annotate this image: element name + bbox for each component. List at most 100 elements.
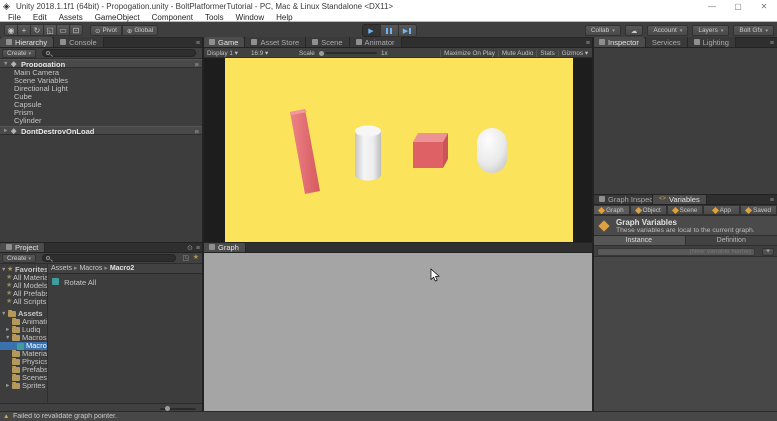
scale-tool-button[interactable]: ◱ — [43, 24, 57, 36]
tab-variables[interactable]: <>Variables — [653, 194, 707, 204]
tab-asset-store[interactable]: Asset Store — [245, 37, 306, 47]
folder-row[interactable]: Materials — [0, 350, 47, 358]
favorite-item[interactable]: ★All Materials — [0, 274, 47, 282]
hierarchy-dontdestroy-row[interactable]: ► ◈ DontDestroyOnLoad ≡ — [0, 126, 203, 135]
scale-slider-knob[interactable] — [319, 51, 324, 56]
horizontal-splitter-bottom[interactable] — [0, 242, 593, 243]
tab-definition[interactable]: Definition — [685, 236, 777, 245]
menu-edit[interactable]: Edit — [27, 13, 53, 22]
breadcrumb-macro2[interactable]: Macro2 — [110, 265, 135, 272]
folder-row[interactable]: ▼Macros — [0, 334, 47, 342]
hierarchy-item[interactable]: Prism — [14, 109, 199, 117]
breadcrumb-assets[interactable]: Assets — [51, 265, 72, 272]
hand-tool-button[interactable]: ◉ — [4, 24, 18, 36]
thumbnail-slider-knob[interactable] — [165, 406, 170, 411]
status-bar[interactable]: ▲ Failed to revalidate graph pointer. — [0, 411, 777, 421]
tab-graph[interactable]: Graph — [203, 242, 246, 252]
minimize-button[interactable]: — — [699, 0, 725, 13]
breadcrumb-macros[interactable]: Macros — [79, 265, 102, 272]
layers-dropdown[interactable]: Layers▾ — [692, 25, 729, 36]
hierarchy-item[interactable]: Cylinder — [14, 117, 199, 125]
tab-graph-inspector[interactable]: Graph Inspect — [593, 194, 653, 204]
tab-lighting[interactable]: Lighting — [688, 37, 736, 47]
tab-animator[interactable]: Animator — [350, 37, 402, 47]
search-by-label-icon[interactable]: ★ — [193, 254, 199, 262]
pause-button[interactable] — [380, 24, 399, 37]
tab-game[interactable]: Game — [203, 37, 245, 47]
lock-icon[interactable]: ⊙ — [187, 244, 196, 252]
tab-instance[interactable]: Instance — [593, 236, 685, 245]
kind-app-button[interactable]: App — [703, 205, 740, 215]
rotate-tool-button[interactable]: ↻ — [30, 24, 44, 36]
selected-macro-row[interactable]: Macro2 — [0, 342, 47, 350]
folder-row[interactable]: ►Sprites — [0, 382, 47, 390]
step-button[interactable]: ▶ — [398, 24, 417, 37]
maximize-button[interactable]: ▢ — [725, 0, 751, 13]
hierarchy-item[interactable]: Scene Variables — [14, 77, 199, 85]
favorite-item[interactable]: ★All Scripts — [0, 298, 47, 306]
folder-row[interactable]: Animations — [0, 318, 47, 326]
folder-row[interactable]: Physics — [0, 358, 47, 366]
folder-row[interactable]: Prefabs — [0, 366, 47, 374]
menu-tools[interactable]: Tools — [199, 13, 230, 22]
gizmos-dropdown[interactable]: Gizmos ▾ — [558, 50, 591, 57]
move-tool-button[interactable]: + — [17, 24, 31, 36]
foldout-open-icon[interactable]: ▼ — [1, 310, 6, 318]
close-button[interactable]: ✕ — [751, 0, 777, 13]
folder-row[interactable]: Scenes — [0, 374, 47, 382]
graph-canvas[interactable] — [203, 253, 593, 411]
hierarchy-item[interactable]: Directional Light — [14, 85, 199, 93]
vertical-splitter-right[interactable] — [592, 38, 594, 411]
kind-scene-button[interactable]: Scene — [667, 205, 704, 215]
asset-item-rotate-all[interactable]: Rotate All — [52, 278, 200, 286]
create-dropdown[interactable]: Create▾ — [2, 49, 36, 58]
tab-console[interactable]: Console — [54, 37, 104, 47]
menu-component[interactable]: Component — [146, 13, 199, 22]
hierarchy-item[interactable]: Cube — [14, 93, 199, 101]
tab-hierarchy[interactable]: Hierarchy — [0, 37, 54, 47]
favorite-item[interactable]: ★All Prefabs — [0, 290, 47, 298]
kind-object-button[interactable]: Object — [630, 205, 667, 215]
play-button[interactable]: ▶ — [362, 24, 381, 37]
cloud-button[interactable]: ☁ — [625, 25, 644, 36]
mute-audio-toggle[interactable]: Mute Audio — [498, 50, 537, 57]
search-by-type-icon[interactable]: ◳ — [182, 254, 189, 262]
panel-menu-icon[interactable]: ≡ — [770, 197, 777, 204]
favorite-item[interactable]: ★All Models — [0, 282, 47, 290]
hierarchy-item[interactable]: Main Camera — [14, 69, 199, 77]
menu-file[interactable]: File — [2, 13, 27, 22]
layout-dropdown[interactable]: Bolt Gfx▾ — [733, 25, 774, 36]
foldout-closed-icon[interactable]: ► — [5, 382, 10, 390]
pivot-toggle-button[interactable]: ⊙Pivot — [90, 25, 122, 36]
menu-gameobject[interactable]: GameObject — [89, 13, 146, 22]
horizontal-splitter-inspector[interactable] — [593, 194, 777, 195]
create-dropdown[interactable]: Create▾ — [2, 254, 36, 263]
kind-saved-button[interactable]: Saved — [740, 205, 777, 215]
scale-slider-track[interactable] — [325, 52, 377, 54]
menu-help[interactable]: Help — [270, 13, 298, 22]
menu-window[interactable]: Window — [230, 13, 270, 22]
tab-services[interactable]: Services — [646, 37, 688, 47]
kind-graph-button[interactable]: Graph — [593, 205, 630, 215]
collab-dropdown[interactable]: Collab▾ — [585, 25, 621, 36]
panel-menu-icon[interactable]: ≡ — [770, 40, 777, 47]
tab-inspector[interactable]: Inspector — [593, 37, 646, 47]
rect-tool-button[interactable]: ▭ — [56, 24, 70, 36]
foldout-closed-icon[interactable]: ► — [5, 326, 10, 334]
favorites-header[interactable]: ▼★Favorites — [0, 266, 47, 274]
transform-tool-button[interactable]: ⊡ — [69, 24, 83, 36]
global-toggle-button[interactable]: ⊕Global — [122, 25, 158, 36]
menu-assets[interactable]: Assets — [53, 13, 89, 22]
scene-menu-icon[interactable]: ≡ — [195, 127, 199, 135]
hierarchy-item[interactable]: Capsule — [14, 101, 199, 109]
maximize-on-play-toggle[interactable]: Maximize On Play — [440, 50, 498, 57]
foldout-closed-icon[interactable]: ► — [3, 127, 8, 135]
aspect-dropdown[interactable]: 16:9 ▾ — [251, 50, 268, 57]
scene-menu-icon[interactable]: ≡ — [195, 60, 199, 68]
vertical-splitter-left[interactable] — [202, 38, 204, 411]
foldout-open-icon[interactable]: ▼ — [1, 266, 6, 274]
hierarchy-scene-row[interactable]: ▼ ◈ Propogation ≡ — [0, 59, 203, 68]
foldout-open-icon[interactable]: ▼ — [3, 60, 8, 68]
tab-project[interactable]: Project — [0, 242, 45, 252]
add-variable-button[interactable]: + — [762, 248, 774, 256]
